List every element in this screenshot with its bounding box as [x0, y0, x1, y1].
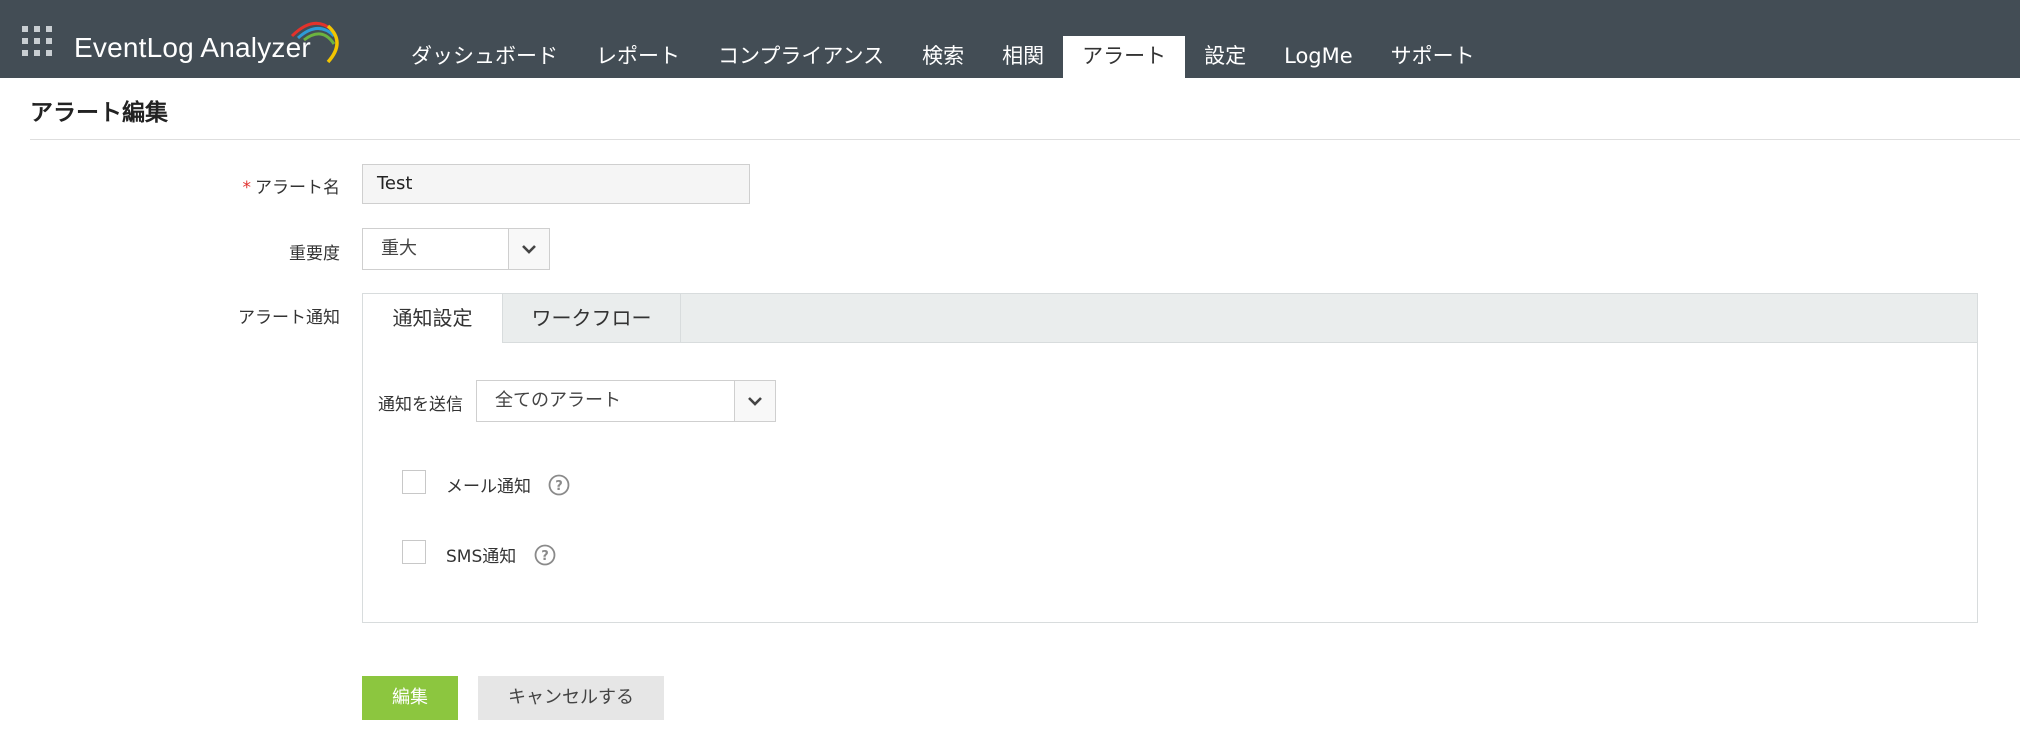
app-grid-icon[interactable]	[22, 26, 52, 56]
send-notification-select[interactable]: 全てのアラート	[476, 380, 776, 422]
title-divider	[30, 139, 2020, 140]
nav-tab-dashboard[interactable]: ダッシュボード	[392, 36, 577, 78]
svg-text:?: ?	[555, 479, 563, 494]
logo-swirl-icon	[290, 21, 339, 64]
logo-text: EventLog Analyzer	[74, 32, 311, 63]
email-notification-checkbox[interactable]	[402, 470, 426, 494]
chevron-down-icon[interactable]	[734, 381, 775, 421]
send-notification-value: 全てのアラート	[495, 390, 621, 411]
severity-label: 重要度	[289, 244, 340, 264]
nav-tab-reports[interactable]: レポート	[577, 36, 699, 78]
alert-name-input[interactable]: Test	[362, 164, 750, 204]
nav-tab-support[interactable]: サポート	[1372, 36, 1494, 78]
chevron-down-icon[interactable]	[508, 229, 549, 269]
alert-name-label: * アラート名	[243, 173, 341, 198]
nav-tab-settings[interactable]: 設定	[1185, 36, 1265, 78]
alert-name-label-text: アラート名	[255, 178, 340, 198]
send-notification-label: 通知を送信	[378, 395, 463, 415]
edit-button[interactable]: 編集	[362, 676, 458, 720]
svg-text:?: ?	[541, 549, 549, 564]
nav-tab-logme[interactable]: LogMe	[1265, 36, 1372, 78]
cancel-button[interactable]: キャンセルする	[478, 676, 664, 720]
help-icon[interactable]: ?	[548, 474, 570, 496]
tab-notification-settings[interactable]: 通知設定	[363, 294, 503, 343]
required-mark: *	[242, 178, 252, 198]
nav-tab-compliance[interactable]: コンプライアンス	[699, 36, 903, 78]
severity-value: 重大	[381, 238, 417, 259]
sms-notification-label: SMS通知	[446, 547, 517, 567]
main-nav: ダッシュボード レポート コンプライアンス 検索 相関 アラート 設定 LogM…	[392, 36, 1494, 78]
page-title: アラート編集	[30, 100, 168, 126]
alert-notification-label: アラート通知	[238, 308, 340, 328]
notification-panel: 通知設定 ワークフロー 通知を送信 全てのアラート メール通知 ? SMS通知 …	[362, 293, 1978, 623]
notification-tabs: 通知設定 ワークフロー	[363, 294, 1977, 343]
tab-workflow[interactable]: ワークフロー	[503, 294, 681, 343]
nav-tab-alerts[interactable]: アラート	[1063, 36, 1186, 78]
email-notification-label: メール通知	[446, 477, 531, 497]
severity-select[interactable]: 重大	[362, 228, 550, 270]
sms-notification-checkbox[interactable]	[402, 540, 426, 564]
nav-tab-search[interactable]: 検索	[903, 36, 983, 78]
help-icon[interactable]: ?	[534, 544, 556, 566]
top-navigation-bar: EventLog Analyzer ダッシュボード レポート コンプライアンス …	[0, 0, 2020, 78]
nav-tab-correlation[interactable]: 相関	[983, 36, 1063, 78]
